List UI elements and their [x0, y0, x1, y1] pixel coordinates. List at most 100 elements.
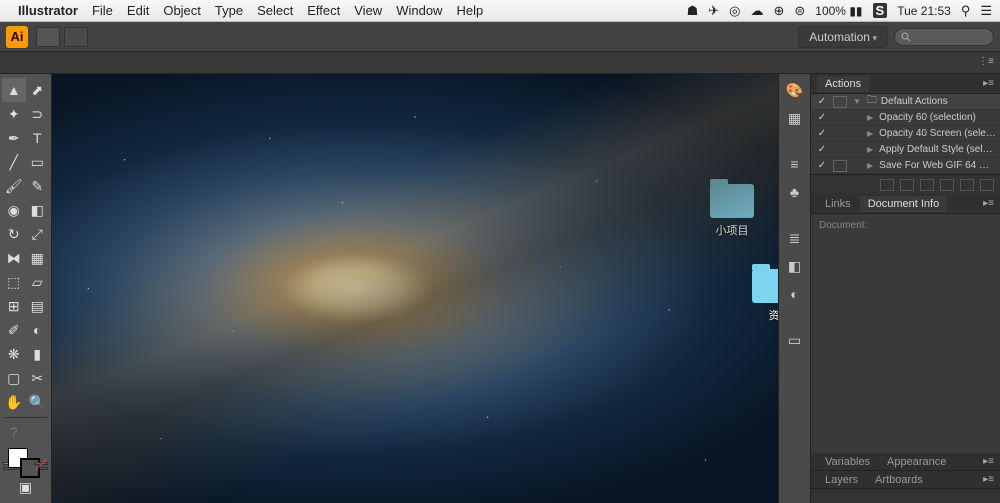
search-field[interactable] — [894, 28, 994, 46]
fill-stroke-control[interactable] — [6, 448, 45, 457]
disclosure-icon[interactable]: ▼ — [853, 97, 861, 106]
status-icon-s[interactable]: S — [873, 3, 888, 18]
menu-object[interactable]: Object — [163, 3, 201, 18]
unknown-tool[interactable]: ? — [2, 420, 26, 444]
menu-effect[interactable]: Effect — [307, 3, 340, 18]
docinfo-menu-icon[interactable]: ▸≡ — [983, 198, 994, 209]
status-icon-5[interactable]: ⊕ — [773, 3, 784, 19]
new-action-button[interactable] — [960, 179, 974, 191]
pen-tool[interactable]: ✒ — [2, 126, 26, 150]
menu-edit[interactable]: Edit — [127, 3, 149, 18]
layers-tab[interactable]: Layers — [817, 472, 866, 488]
delete-button[interactable] — [980, 179, 994, 191]
dock-swatches-icon[interactable]: ▦ — [784, 108, 806, 128]
hand-tool[interactable]: ✋ — [2, 390, 26, 414]
variables-menu-icon[interactable]: ▸≡ — [983, 456, 994, 467]
symbol-sprayer-tool[interactable]: ❋ — [2, 342, 26, 366]
disclosure-icon[interactable]: ▶ — [867, 145, 873, 154]
color-mode-none[interactable] — [34, 462, 48, 465]
scale-tool[interactable]: ⤢ — [26, 222, 50, 246]
disclosure-icon[interactable]: ▶ — [867, 161, 873, 170]
layers-menu-icon[interactable]: ▸≡ — [983, 474, 994, 485]
dock-brushes-icon[interactable]: ≡ — [784, 154, 806, 174]
record-button[interactable] — [900, 179, 914, 191]
gradient-tool[interactable]: ▤ — [26, 294, 50, 318]
action-check-icon[interactable]: ✓ — [815, 128, 829, 139]
stop-button[interactable] — [880, 179, 894, 191]
action-item-row[interactable]: ✓ ▶ Opacity 40 Screen (selecti... — [811, 126, 1000, 142]
action-dialog-toggle[interactable] — [833, 160, 847, 172]
action-item-row[interactable]: ✓ ▶ Save For Web GIF 64 Dithe... — [811, 158, 1000, 174]
spotlight-icon[interactable]: ⚲ — [961, 3, 971, 19]
selection-tool[interactable]: ▲ — [2, 78, 26, 102]
menu-help[interactable]: Help — [456, 3, 483, 18]
blend-tool[interactable]: ◐ — [26, 318, 50, 342]
status-icon-3[interactable]: ◎ — [729, 3, 740, 19]
paintbrush-tool[interactable]: 🖌 — [2, 174, 26, 198]
action-check-icon[interactable]: ✓ — [815, 160, 829, 171]
battery-status[interactable]: 100% ▮▮ — [815, 4, 862, 18]
dock-color-icon[interactable]: 🎨 — [784, 80, 806, 100]
menu-window[interactable]: Window — [396, 3, 442, 18]
action-check-icon[interactable]: ✓ — [815, 112, 829, 123]
lasso-tool[interactable]: ⊃ — [26, 102, 50, 126]
disclosure-icon[interactable]: ▶ — [867, 113, 873, 122]
menu-file[interactable]: File — [92, 3, 113, 18]
arrange-button[interactable] — [64, 27, 88, 47]
graph-tool[interactable]: ▮ — [26, 342, 50, 366]
clock[interactable]: Tue 21:53 — [897, 4, 951, 18]
status-icon-2[interactable]: ✈ — [708, 3, 719, 19]
type-tool[interactable]: T — [26, 126, 50, 150]
direct-selection-tool[interactable]: ⬈ — [26, 78, 50, 102]
options-collapse-icon[interactable]: ⋮≡ — [978, 56, 994, 67]
links-tab[interactable]: Links — [817, 196, 859, 212]
line-tool[interactable]: ╱ — [2, 150, 26, 174]
rectangle-tool[interactable]: ▭ — [26, 150, 50, 174]
zoom-tool[interactable]: 🔍 — [26, 390, 50, 414]
action-dialog-toggle[interactable] — [833, 128, 847, 140]
status-icon-1[interactable]: ☗ — [687, 3, 699, 19]
action-check-icon[interactable]: ✓ — [815, 96, 829, 107]
action-set-row[interactable]: ✓ ▼ 🗀 Default Actions — [811, 94, 1000, 110]
menu-view[interactable]: View — [354, 3, 382, 18]
pencil-tool[interactable]: ✎ — [26, 174, 50, 198]
dock-symbols-icon[interactable]: ♣ — [784, 182, 806, 202]
width-tool[interactable]: ⧓ — [2, 246, 26, 270]
dock-align-icon[interactable]: ▭ — [784, 330, 806, 350]
shape-builder-tool[interactable]: ⬚ — [2, 270, 26, 294]
appearance-tab[interactable]: Appearance — [879, 454, 954, 470]
slice-tool[interactable]: ✂ — [26, 366, 50, 390]
canvas-area[interactable]: 小项目 资 — [52, 74, 778, 503]
screen-mode-button[interactable]: ▣ — [2, 475, 49, 499]
artboard-tool[interactable]: ▢ — [2, 366, 26, 390]
blob-brush-tool[interactable]: ◉ — [2, 198, 26, 222]
free-transform-tool[interactable]: ▦ — [26, 246, 50, 270]
action-dialog-toggle[interactable] — [833, 112, 847, 124]
actions-menu-icon[interactable]: ▸≡ — [983, 78, 994, 89]
document-info-tab[interactable]: Document Info — [860, 196, 948, 212]
menu-type[interactable]: Type — [215, 3, 243, 18]
eyedropper-tool[interactable]: ✐ — [2, 318, 26, 342]
action-item-row[interactable]: ✓ ▶ Apply Default Style (select... — [811, 142, 1000, 158]
dock-stroke-icon[interactable]: ≣ — [784, 228, 806, 248]
new-set-button[interactable] — [940, 179, 954, 191]
disclosure-icon[interactable]: ▶ — [867, 129, 873, 138]
status-icon-4[interactable]: ☁ — [750, 3, 763, 19]
play-button[interactable] — [920, 179, 934, 191]
app-name[interactable]: Illustrator — [18, 3, 78, 18]
mesh-tool[interactable]: ⊞ — [2, 294, 26, 318]
action-check-icon[interactable]: ✓ — [815, 144, 829, 155]
action-item-row[interactable]: ✓ ▶ Opacity 60 (selection) — [811, 110, 1000, 126]
action-dialog-toggle[interactable] — [833, 144, 847, 156]
rotate-tool[interactable]: ↻ — [2, 222, 26, 246]
workspace-switcher[interactable]: Automation — [798, 26, 888, 48]
wifi-icon[interactable]: ⊜ — [794, 3, 805, 19]
menu-select[interactable]: Select — [257, 3, 293, 18]
desktop-folder-1[interactable]: 小项目 — [706, 184, 758, 238]
dock-gradient-icon[interactable]: ◧ — [784, 256, 806, 276]
dock-transparency-icon[interactable]: ◐ — [784, 284, 806, 304]
artboards-tab[interactable]: Artboards — [867, 472, 931, 488]
magic-wand-tool[interactable]: ✦ — [2, 102, 26, 126]
bridge-button[interactable] — [36, 27, 60, 47]
desktop-folder-2[interactable]: 资 — [748, 269, 778, 323]
